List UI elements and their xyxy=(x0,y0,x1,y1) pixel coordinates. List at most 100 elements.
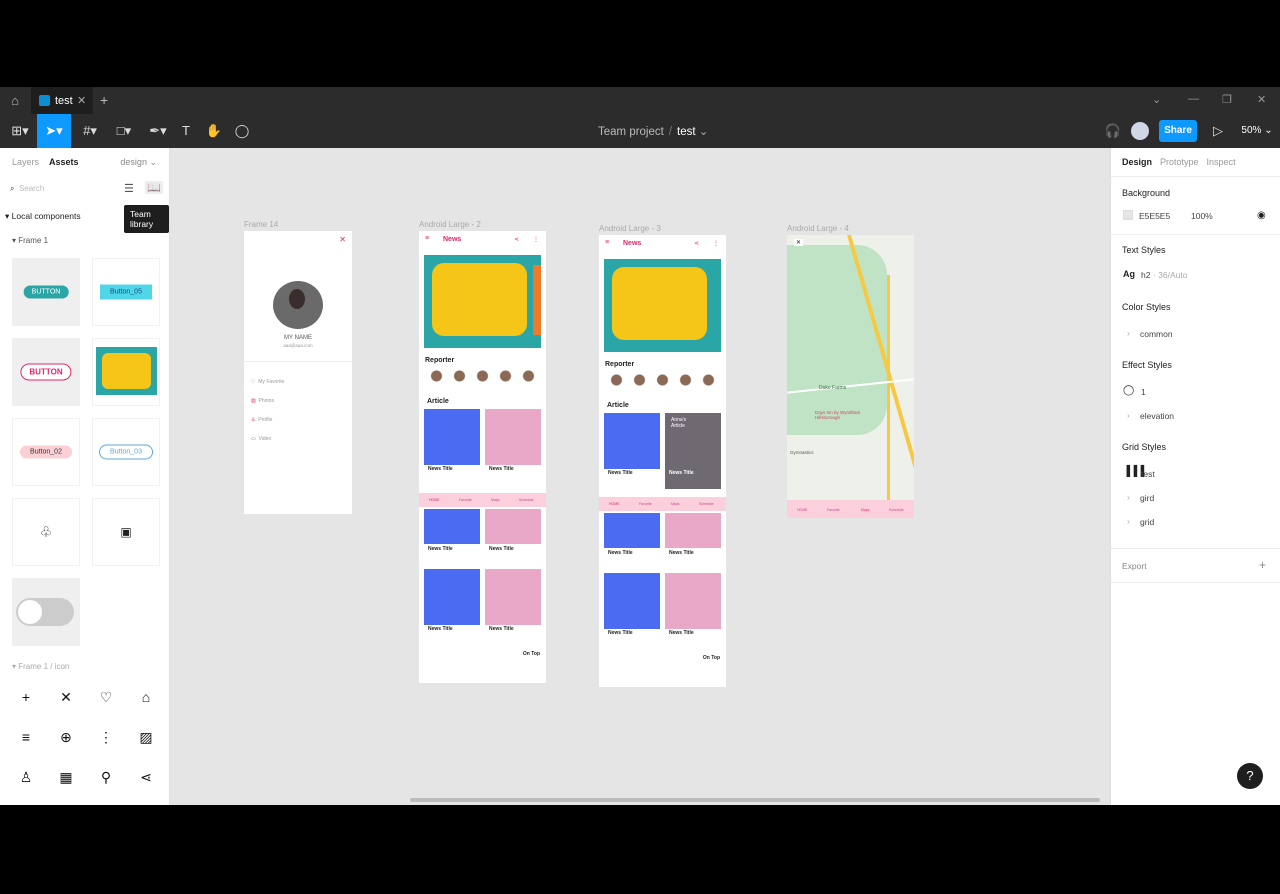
component-club-icon[interactable]: ♧ xyxy=(12,498,80,566)
tab-layers[interactable]: Layers xyxy=(12,157,39,167)
help-button[interactable]: ? xyxy=(1237,763,1263,789)
background-swatch[interactable] xyxy=(1123,210,1133,220)
heart-icon: ♡ xyxy=(251,379,256,385)
close-window-icon[interactable]: ✕ xyxy=(1257,93,1266,106)
file-name[interactable]: test xyxy=(677,126,696,138)
plus-icon[interactable]: + xyxy=(12,683,40,711)
headphones-icon[interactable]: 🎧 xyxy=(1103,114,1123,148)
home-icon[interactable]: ⌂ xyxy=(6,92,24,110)
chevron-right-icon[interactable]: › xyxy=(1127,492,1130,502)
share-icon[interactable]: ⋖ xyxy=(132,763,160,791)
hand-tool-icon[interactable]: ✋ xyxy=(204,114,224,148)
frame1-header[interactable]: ▾ Frame 1 xyxy=(12,236,48,245)
chevron-right-icon[interactable]: › xyxy=(1127,516,1130,526)
android-large-3[interactable]: ≡ News ⋖ ⋮ Reporter Article Anna's Artic… xyxy=(599,235,726,687)
frame-label[interactable]: Android Large - 2 xyxy=(419,220,481,229)
zoom-menu[interactable]: 50% ⌄ xyxy=(1240,114,1274,148)
menu-icon[interactable]: ≡ xyxy=(12,723,40,751)
close-tab-icon[interactable]: ✕ xyxy=(77,94,86,107)
pen-tool-icon[interactable]: ✒▾ xyxy=(144,114,172,148)
chevron-right-icon[interactable]: › xyxy=(1127,410,1130,420)
asset-search[interactable]: ⌕ Search xyxy=(10,184,44,194)
location-pin-icon[interactable]: ⊕ xyxy=(52,723,80,751)
chevron-down-icon[interactable]: ⌄ xyxy=(1152,93,1161,106)
grid-style-grid[interactable]: grid xyxy=(1140,517,1154,527)
local-components-label: Local components xyxy=(11,211,81,221)
more-vertical-icon: ⋮ xyxy=(533,237,539,243)
section-reporter: Reporter xyxy=(605,361,635,368)
breadcrumb[interactable]: Team project / test ⌄ xyxy=(598,124,708,138)
frame-tool-icon[interactable]: #▾ xyxy=(76,114,104,148)
restore-icon[interactable]: ❐ xyxy=(1222,93,1232,106)
bottom-nav: HOME Favorite Maps Schedule xyxy=(599,497,726,511)
close-icon[interactable]: ✕ xyxy=(52,683,80,711)
text-tool-icon[interactable]: T xyxy=(176,114,196,148)
article-image xyxy=(604,573,660,629)
text-style-name[interactable]: h2 xyxy=(1141,270,1150,280)
horizontal-scrollbar[interactable] xyxy=(410,798,1100,802)
comment-tool-icon[interactable]: ◯ xyxy=(232,114,252,148)
add-export-icon[interactable]: + xyxy=(1259,558,1266,572)
frame-label[interactable]: Android Large - 3 xyxy=(599,224,661,233)
search-icon[interactable]: ⚲ xyxy=(92,763,120,791)
calendar-icon[interactable]: ▦ xyxy=(52,763,80,791)
main-menu-icon[interactable]: ⊞▾ xyxy=(6,114,34,148)
move-tool-icon[interactable]: ➤▾ xyxy=(37,114,71,148)
assets-panel: Layers Assets design ⌄ ⌕ Search ☰ 📖 Team … xyxy=(0,148,170,805)
nav-favorite: Favorite xyxy=(827,508,840,512)
chevron-right-icon[interactable]: › xyxy=(1127,328,1130,338)
tab-inspect[interactable]: Inspect xyxy=(1207,157,1236,167)
avatar[interactable] xyxy=(1131,122,1149,140)
shape-tool-icon[interactable]: □▾ xyxy=(110,114,138,148)
frame-14[interactable]: ✕ MY NAME aaa@aaa.com ♡ My Favorite ▨ Ph… xyxy=(244,231,352,514)
local-components-header[interactable]: ▾ Local components xyxy=(5,211,81,222)
android-large-2[interactable]: ≡ News ⋖ ⋮ Reporter Article News Title N… xyxy=(419,231,546,683)
component-toggle[interactable] xyxy=(12,578,80,646)
minimize-icon[interactable]: — xyxy=(1188,93,1199,105)
tab-prototype[interactable]: Prototype xyxy=(1160,157,1199,167)
component-button-teal[interactable]: BUTTON xyxy=(12,258,80,326)
person-icon[interactable]: ♙ xyxy=(12,763,40,791)
project-name[interactable]: Team project xyxy=(598,126,664,138)
search-icon: ⌕ xyxy=(10,184,15,193)
effect-style-elevation[interactable]: elevation xyxy=(1140,411,1174,421)
component-calendar-icon[interactable]: ▣ xyxy=(92,498,160,566)
chevron-down-icon[interactable]: ⌄ xyxy=(699,126,709,138)
page-select[interactable]: design ⌄ xyxy=(120,157,157,168)
list-view-icon[interactable]: ☰ xyxy=(124,182,134,195)
section-reporter: Reporter xyxy=(425,357,455,364)
component-button-03[interactable]: Button_03 xyxy=(92,418,160,486)
grid-style-test[interactable]: test xyxy=(1141,469,1155,479)
image-icon[interactable]: ▨ xyxy=(132,723,160,751)
home-icon[interactable]: ⌂ xyxy=(132,683,160,711)
component-button-02[interactable]: Button_02 xyxy=(12,418,80,486)
component-button-05[interactable]: Button_05 xyxy=(92,258,160,326)
heart-icon[interactable]: ♡ xyxy=(92,683,120,711)
play-icon[interactable]: ▷ xyxy=(1208,114,1228,148)
eye-icon[interactable]: ◉ xyxy=(1257,210,1266,221)
android-large-4[interactable]: ✕ Duke Farms Days Inn by Wyndham Hillsbo… xyxy=(787,235,914,518)
component-banner-image[interactable] xyxy=(92,338,160,406)
canvas[interactable]: Frame 14 ✕ MY NAME aaa@aaa.com ♡ My Favo… xyxy=(171,148,1109,805)
library-book-icon[interactable]: 📖 xyxy=(145,181,163,194)
more-vertical-icon[interactable]: ⋮ xyxy=(92,723,120,751)
divider xyxy=(1111,548,1280,549)
effect-style-1[interactable]: 1 xyxy=(1141,387,1146,397)
tab-assets[interactable]: Assets xyxy=(49,157,79,167)
tab-design[interactable]: Design xyxy=(1122,157,1152,167)
background-hex[interactable]: E5E5E5 xyxy=(1139,211,1170,221)
frame-label[interactable]: Android Large - 4 xyxy=(787,224,849,233)
new-tab-button[interactable]: + xyxy=(100,92,108,108)
article-title: News Title xyxy=(489,466,514,472)
frame-label[interactable]: Frame 14 xyxy=(244,220,278,229)
grid-styles-header: Grid Styles xyxy=(1122,442,1167,452)
background-opacity[interactable]: 100% xyxy=(1191,211,1213,221)
color-style-common[interactable]: common xyxy=(1140,329,1173,339)
article-title: News Title xyxy=(608,470,633,476)
text-style-icon: Ag xyxy=(1123,269,1135,279)
frame1-icon-header[interactable]: ▾ Frame 1 / icon xyxy=(12,662,69,671)
file-tab[interactable]: test ✕ xyxy=(31,87,93,114)
grid-style-gird[interactable]: gird xyxy=(1140,493,1154,503)
share-button[interactable]: Share xyxy=(1159,120,1197,142)
component-button-pink-outline[interactable]: BUTTON xyxy=(12,338,80,406)
